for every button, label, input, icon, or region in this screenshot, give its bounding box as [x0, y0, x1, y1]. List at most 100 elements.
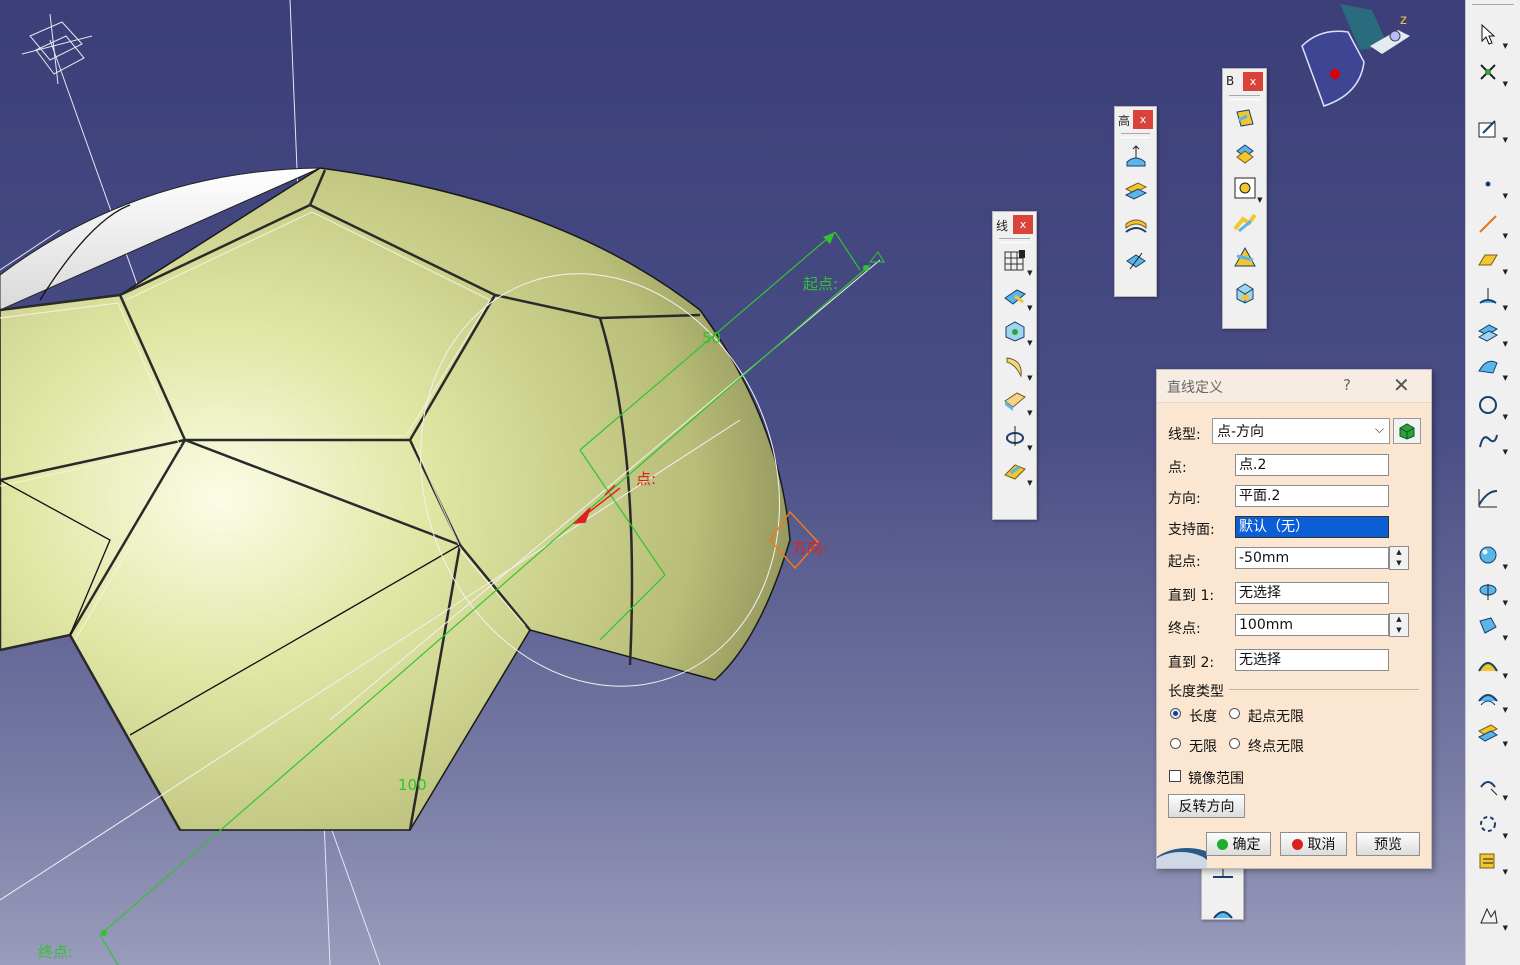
ok-button[interactable]: 确定	[1206, 832, 1271, 856]
line-definition-dialog[interactable]: 直线定义 ? ✕ 线型: 点-方向 ⌵ 点: 点.2 方向: 平面.2 支持面:…	[1156, 369, 1432, 869]
support-field[interactable]: 默认（无）	[1235, 516, 1389, 538]
line-type-options-button[interactable]	[1393, 418, 1421, 444]
cancel-button[interactable]: 取消	[1280, 832, 1347, 856]
revolve-icon[interactable]: ▼	[1001, 422, 1033, 452]
upto2-label: 直到 2:	[1168, 655, 1215, 671]
offset-icon[interactable]	[1122, 177, 1150, 205]
select-arrow-icon[interactable]: ▼	[1474, 20, 1508, 50]
radio-start-infinite[interactable]	[1229, 708, 1240, 719]
blend-icon[interactable]: ▼	[1474, 650, 1508, 680]
multi-section-icon[interactable]: ▼	[1001, 457, 1033, 487]
floating-toolbar-operations[interactable]: B x ▼	[1222, 68, 1267, 329]
spin-up-icon[interactable]: ▲	[1390, 547, 1408, 558]
split-icon[interactable]	[1231, 244, 1259, 272]
direction-field[interactable]: 平面.2	[1235, 485, 1389, 507]
snap-icon[interactable]: ▼	[1474, 58, 1508, 88]
toolbar-close-button[interactable]: x	[1133, 110, 1153, 129]
dialog-corner-image	[1157, 848, 1207, 868]
multi-section-icon[interactable]: ▼	[1474, 684, 1508, 714]
rep-icon[interactable]: ▼	[1474, 846, 1508, 876]
radio-infinite[interactable]	[1170, 738, 1181, 749]
spin-up-icon[interactable]: ▲	[1390, 614, 1408, 625]
reverse-direction-button[interactable]: 反转方向	[1168, 794, 1245, 818]
fill-icon[interactable]: ▼	[1001, 387, 1033, 417]
rough-offset-icon[interactable]	[1122, 247, 1150, 275]
start-spinner[interactable]: ▲ ▼	[1389, 546, 1409, 570]
start-field[interactable]: -50mm	[1235, 547, 1389, 569]
spin-down-icon[interactable]: ▼	[1390, 625, 1408, 636]
radio-length[interactable]	[1170, 708, 1181, 719]
radio-start-infinite-label: 起点无限	[1248, 709, 1304, 725]
mirror-label: 镜像范围	[1188, 771, 1244, 787]
ok-icon	[1216, 838, 1228, 850]
blend-icon[interactable]: ▼	[1001, 352, 1033, 382]
plane-icon[interactable]: ▼	[1474, 246, 1508, 276]
floating-toolbar-offset[interactable]: 高 x	[1114, 106, 1157, 297]
upto2-field[interactable]: 无选择	[1235, 649, 1389, 671]
toolbar-grip[interactable]	[999, 238, 1030, 243]
view-compass[interactable]: z	[1290, 2, 1420, 112]
offset-icon[interactable]: ▼	[1474, 318, 1508, 348]
sketch-icon[interactable]: ▼	[1474, 114, 1508, 144]
point-label: 点:	[636, 470, 656, 488]
extrude-surface-icon[interactable]	[1209, 898, 1237, 926]
disassemble-icon[interactable]	[1231, 209, 1259, 237]
law-icon[interactable]	[1474, 484, 1502, 512]
line-icon[interactable]: ▼	[1474, 210, 1508, 240]
symmetry-icon[interactable]: ▼	[1474, 772, 1508, 802]
upto1-field[interactable]: 无选择	[1235, 582, 1389, 604]
preview-button[interactable]: 预览	[1356, 832, 1420, 856]
box-icon[interactable]: ▼	[1001, 317, 1033, 347]
sweep-icon[interactable]: ▼	[1001, 282, 1033, 312]
close-button[interactable]: ✕	[1393, 373, 1410, 397]
point-field[interactable]: 点.2	[1235, 454, 1389, 476]
join-icon[interactable]: ▼	[1474, 718, 1508, 748]
dialog-titlebar[interactable]: 直线定义 ? ✕	[1157, 370, 1431, 403]
end-label: 终点:	[1168, 621, 1201, 637]
line-type-label: 线型:	[1168, 427, 1201, 443]
toolbar-grip[interactable]	[1121, 133, 1150, 138]
trim-icon[interactable]	[1231, 279, 1259, 307]
floating-toolbar-surfaces[interactable]: 线 x ▼ ▼ ▼ ▼ ▼ ▼ ▼	[992, 211, 1037, 520]
healing-icon[interactable]	[1231, 139, 1259, 167]
point-label: 点:	[1168, 460, 1187, 476]
radio-length-label: 长度	[1189, 709, 1217, 725]
toolbar-grip[interactable]	[1472, 4, 1514, 5]
direction-label: 方向:	[1168, 491, 1201, 507]
extrude-surface-icon[interactable]	[1122, 142, 1150, 170]
group-divider	[1229, 689, 1419, 690]
length-type-label: 长度类型	[1168, 684, 1224, 700]
spline-icon[interactable]: ▼	[1474, 426, 1508, 456]
mirror-checkbox[interactable]	[1169, 770, 1181, 782]
variable-offset-icon[interactable]	[1122, 212, 1150, 240]
toolbar-close-button[interactable]: x	[1243, 72, 1263, 91]
help-button[interactable]: ?	[1343, 376, 1351, 394]
extrude-icon[interactable]: ▼	[1474, 282, 1508, 312]
line-type-select[interactable]: 点-方向 ⌵	[1212, 418, 1390, 444]
radio-end-infinite[interactable]	[1229, 738, 1240, 749]
cancel-button-label: 取消	[1307, 837, 1336, 853]
join-icon[interactable]	[1231, 104, 1259, 132]
end-point-label: 终点:	[38, 943, 73, 961]
fill-icon[interactable]: ▼	[1474, 612, 1508, 642]
upto1-label: 直到 1:	[1168, 588, 1215, 604]
end-spinner[interactable]: ▲ ▼	[1389, 613, 1409, 637]
direction-label: 方向:	[792, 539, 827, 557]
revolve-icon[interactable]: ▼	[1474, 577, 1508, 607]
toolbar-close-button[interactable]: x	[1013, 215, 1033, 234]
knowledge-icon[interactable]: ▼	[1474, 902, 1508, 932]
untrim-icon[interactable]: ▼	[1231, 174, 1263, 204]
sphere-icon[interactable]: ▼	[1474, 541, 1508, 571]
end-field[interactable]: 100mm	[1235, 614, 1389, 636]
floating-toolbar-hidden[interactable]	[1201, 860, 1244, 920]
reverse-button-label: 反转方向	[1178, 799, 1235, 815]
spin-down-icon[interactable]: ▼	[1390, 558, 1408, 569]
sweep-icon[interactable]: ▼	[1474, 352, 1508, 382]
circle-icon[interactable]: ▼	[1474, 391, 1508, 421]
point-icon[interactable]: ▼	[1474, 170, 1508, 200]
right-toolbar[interactable]: ▼ ▼ ▼ ▼ ▼ ▼ ▼ ▼ ▼ ▼ ▼ ▼ ▼ ▼ ▼ ▼ ▼ ▼ ▼ ▼ …	[1465, 0, 1520, 965]
pattern-icon[interactable]: ▼	[1474, 810, 1508, 840]
toolbar-grip[interactable]	[1229, 95, 1260, 100]
grid-icon[interactable]: ▼	[1001, 247, 1033, 277]
axis-system-icon[interactable]	[22, 14, 92, 84]
